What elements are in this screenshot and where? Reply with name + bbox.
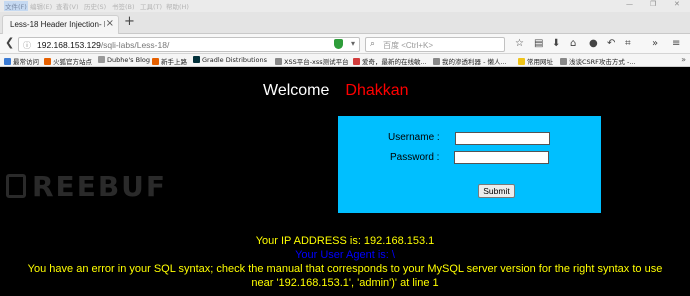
bookmarks-overflow-icon[interactable]: » [681,55,686,64]
bookmark-item[interactable]: 常用网址 [518,56,553,66]
menu-file[interactable]: 文件(F) [4,1,28,11]
bookmark-favicon-icon [193,56,200,63]
login-form: Username : Password : Submit [338,116,601,213]
navigation-bar: ❮ ⓘ 192.168.153.129/sqli-labs/Less-18/ ▾… [0,34,690,54]
bookmark-favicon-icon [433,58,440,65]
sql-error-message-line1: You have an error in your SQL syntax; ch… [27,263,663,275]
url-path: /sqli-labs/Less-18/ [100,40,170,50]
tab-close-icon[interactable]: × [106,18,114,29]
bookmark-label: Dubhe's Blog [107,56,150,64]
welcome-heading: Welcome Dhakkan [263,82,409,100]
bookmark-label: 新手上路 [161,58,187,66]
close-window-icon[interactable]: ✕ [674,0,680,8]
new-tab-icon[interactable]: + [124,15,135,29]
watermark-logo-icon [6,174,26,198]
search-icon: ⌕ [370,39,376,49]
browser-chrome: 文件(F) 编辑(E) 查看(V) 历史(S) 书签(B) 工具(T) 帮助(H… [0,0,690,67]
bookmark-item[interactable]: 新手上路 [152,56,187,66]
url-bar[interactable]: ⓘ 192.168.153.129/sqli-labs/Less-18/ ▾ [18,37,360,52]
bookmark-item[interactable]: XSS平台-xss测试平台 [275,56,349,66]
overflow-icon[interactable]: » [652,37,658,50]
bookmark-favicon-icon [560,58,567,65]
bookmark-label: XSS平台-xss测试平台 [284,58,349,66]
url-host: 192.168.153.129 [37,40,101,50]
menu-help[interactable]: 帮助(H) [166,1,189,11]
bookmark-favicon-icon [44,58,51,65]
bookmark-label: 火狐官方站点 [53,58,92,66]
menu-tools[interactable]: 工具(T) [140,1,162,11]
chevron-down-icon[interactable]: ▾ [351,39,355,48]
star-icon[interactable]: ☆ [515,37,524,50]
menu-view[interactable]: 查看(V) [56,1,79,11]
bookmark-favicon-icon [353,58,360,65]
restore-icon[interactable]: ❐ [650,0,656,8]
welcome-text: Welcome [263,82,330,99]
bookmarks-bar: 最常访问 火狐官方站点 Dubhe's Blog 新手上路 Gradle Dis… [0,54,690,67]
download-icon[interactable]: ⬇ [552,37,560,50]
bookmark-label: 最常访问 [13,58,39,66]
ip-address-message: Your IP ADDRESS is: 192.168.153.1 [255,235,435,247]
username-label: Username : [388,132,440,143]
menu-history[interactable]: 历史(S) [84,1,106,11]
url-text: 192.168.153.129/sqli-labs/Less-18/ [37,40,169,50]
bookmark-favicon-icon [518,58,525,65]
tab-strip: Less-18 Header Injection- E... × + [0,12,690,34]
bookmark-item[interactable]: 我的渗透利器 - 懒人... [433,56,507,66]
info-icon[interactable]: ⓘ [23,40,31,51]
bookmark-label: Gradle Distributions [202,56,267,64]
search-engine: 百度 [383,41,399,50]
bookmark-favicon-icon [275,58,282,65]
bookmark-item[interactable]: 最常访问 [4,56,39,66]
search-bar[interactable]: ⌕ 百度 <Ctrl+K> [365,37,505,52]
bookmark-item[interactable]: 爱奇，最新的在线敏... [353,56,427,66]
password-input[interactable] [454,151,549,164]
tab-less-18[interactable]: Less-18 Header Injection- E... × [2,15,119,34]
chat-icon[interactable]: ● [589,37,598,50]
shield-icon[interactable] [334,39,343,49]
minimize-icon[interactable]: — [626,0,633,8]
welcome-name: Dhakkan [345,82,409,99]
bookmark-label: 浅谈CSRF攻击方式 -... [569,58,636,66]
hamburger-menu-icon[interactable]: ≡ [672,37,680,50]
sql-error-message-line2: near '192.168.153.1', 'admin')' at line … [251,277,439,289]
search-shortcut: <Ctrl+K> [401,41,434,50]
menu-bookmarks[interactable]: 书签(B) [112,1,135,11]
bookmark-favicon-icon [4,58,11,65]
submit-button[interactable]: Submit [478,184,515,198]
bookmark-item[interactable]: 浅谈CSRF攻击方式 -... [560,56,636,66]
bookmark-label: 爱奇，最新的在线敏... [362,58,427,66]
reading-list-icon[interactable]: ▤ [534,37,543,50]
undo-icon[interactable]: ↶ [607,37,615,50]
watermark: REEBUF [32,170,168,203]
bookmark-favicon-icon [98,56,105,63]
bookmark-item[interactable]: 火狐官方站点 [44,56,92,66]
bookmark-item[interactable]: Gradle Distributions [193,56,267,64]
bookmark-label: 我的渗透利器 - 懒人... [442,58,507,66]
bookmark-favicon-icon [152,58,159,65]
tab-title: Less-18 Header Injection- E... [10,20,105,29]
screenshot-icon[interactable]: ⌗ [625,37,631,50]
search-placeholder: 百度 <Ctrl+K> [383,40,433,51]
bookmark-label: 常用网址 [527,58,553,66]
password-label: Password : [390,152,440,163]
home-icon[interactable]: ⌂ [570,37,576,50]
menu-edit[interactable]: 编辑(E) [30,1,52,11]
bookmark-item[interactable]: Dubhe's Blog [98,56,150,64]
username-input[interactable] [455,132,550,145]
menu-bar: 文件(F) 编辑(E) 查看(V) 历史(S) 书签(B) 工具(T) 帮助(H… [0,0,690,12]
user-agent-message: Your User Agent is: \ [295,249,395,261]
back-icon[interactable]: ❮ [5,37,14,49]
